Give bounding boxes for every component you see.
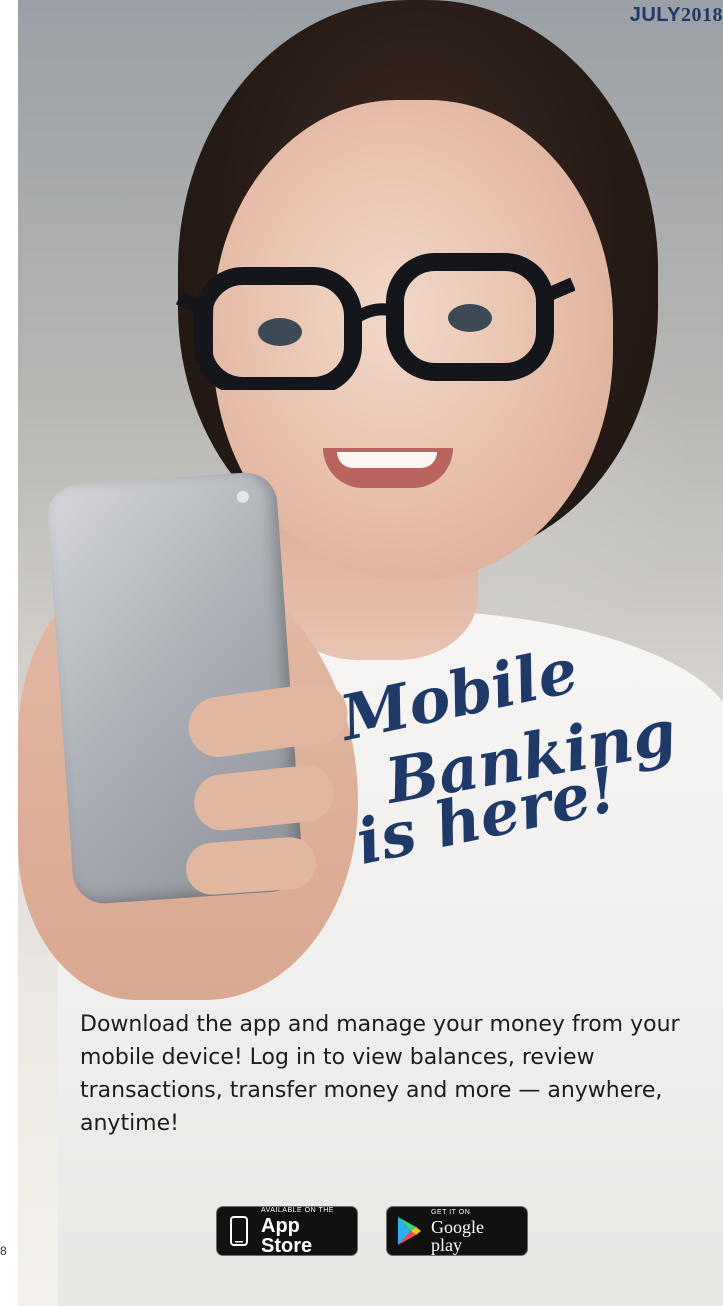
phone-device-icon xyxy=(230,1216,248,1246)
google-play-badge[interactable]: GET IT ON Google play xyxy=(386,1206,528,1256)
app-store-label: App Store xyxy=(261,1214,313,1257)
google-play-small-label: GET IT ON xyxy=(431,1208,471,1216)
headline: Mobile Banking is here! xyxy=(334,634,681,879)
app-store-small-label: AVAILABLE ON THE xyxy=(261,1206,334,1214)
issue-month: JULY xyxy=(629,4,681,26)
app-store-badge-text: AVAILABLE ON THE App Store xyxy=(261,1207,345,1256)
page-number: 8 xyxy=(0,1244,7,1258)
google-play-icon xyxy=(398,1217,421,1245)
photo-finger xyxy=(184,835,318,897)
newsletter-page: 8 JULY2018 Mobile Banking is here! Downl… xyxy=(0,0,723,1306)
app-badges: AVAILABLE ON THE App Store GET IT ON Goo… xyxy=(216,1206,528,1256)
google-play-label: Google play xyxy=(431,1216,484,1255)
app-store-badge[interactable]: AVAILABLE ON THE App Store xyxy=(216,1206,358,1256)
issue-date: JULY2018 xyxy=(630,4,723,27)
issue-year: 2018 xyxy=(681,4,723,26)
body-copy: Download the app and manage your money f… xyxy=(80,1012,680,1136)
glasses-graphic xyxy=(175,253,575,390)
google-play-badge-text: GET IT ON Google play xyxy=(431,1209,515,1254)
photo-smile xyxy=(323,448,453,488)
phone-camera-icon xyxy=(236,490,250,504)
